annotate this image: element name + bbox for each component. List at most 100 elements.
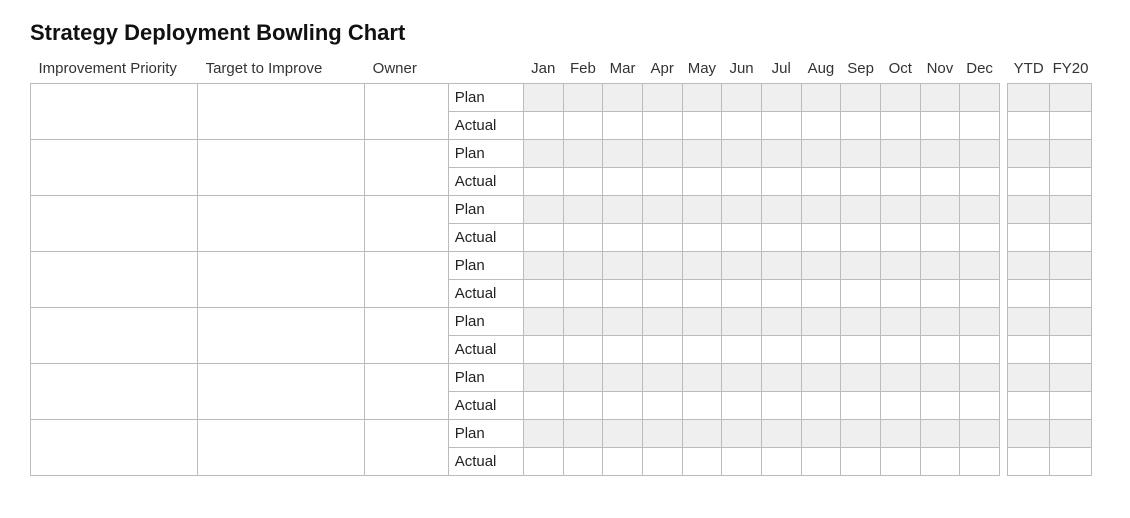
actual-month-cell[interactable] (960, 392, 1000, 420)
plan-month-cell[interactable] (642, 140, 682, 168)
actual-month-cell[interactable] (722, 168, 762, 196)
plan-month-cell[interactable] (920, 140, 960, 168)
plan-month-cell[interactable] (960, 196, 1000, 224)
plan-month-cell[interactable] (722, 140, 762, 168)
plan-month-cell[interactable] (642, 364, 682, 392)
actual-month-cell[interactable] (761, 224, 801, 252)
actual-month-cell[interactable] (761, 448, 801, 476)
actual-month-cell[interactable] (563, 280, 603, 308)
actual-month-cell[interactable] (761, 336, 801, 364)
actual-month-cell[interactable] (523, 280, 563, 308)
actual-ytd-cell[interactable] (1008, 336, 1050, 364)
actual-month-cell[interactable] (563, 112, 603, 140)
actual-month-cell[interactable] (722, 448, 762, 476)
plan-month-cell[interactable] (603, 364, 643, 392)
plan-month-cell[interactable] (960, 420, 1000, 448)
plan-month-cell[interactable] (920, 420, 960, 448)
plan-month-cell[interactable] (642, 420, 682, 448)
actual-month-cell[interactable] (761, 392, 801, 420)
actual-month-cell[interactable] (603, 168, 643, 196)
actual-fy-cell[interactable] (1050, 112, 1092, 140)
actual-month-cell[interactable] (960, 336, 1000, 364)
owner-cell[interactable] (365, 420, 449, 476)
plan-month-cell[interactable] (920, 84, 960, 112)
plan-ytd-cell[interactable] (1008, 84, 1050, 112)
priority-cell[interactable] (31, 364, 198, 420)
plan-month-cell[interactable] (682, 252, 722, 280)
actual-month-cell[interactable] (722, 280, 762, 308)
actual-month-cell[interactable] (642, 448, 682, 476)
plan-month-cell[interactable] (603, 420, 643, 448)
actual-month-cell[interactable] (563, 392, 603, 420)
plan-month-cell[interactable] (920, 308, 960, 336)
actual-month-cell[interactable] (642, 224, 682, 252)
plan-month-cell[interactable] (603, 140, 643, 168)
actual-month-cell[interactable] (880, 448, 920, 476)
plan-month-cell[interactable] (682, 420, 722, 448)
plan-month-cell[interactable] (880, 84, 920, 112)
actual-month-cell[interactable] (682, 392, 722, 420)
plan-month-cell[interactable] (920, 252, 960, 280)
plan-month-cell[interactable] (880, 420, 920, 448)
actual-month-cell[interactable] (841, 112, 881, 140)
actual-month-cell[interactable] (563, 168, 603, 196)
plan-month-cell[interactable] (761, 140, 801, 168)
plan-month-cell[interactable] (523, 140, 563, 168)
plan-month-cell[interactable] (523, 252, 563, 280)
plan-month-cell[interactable] (841, 252, 881, 280)
actual-month-cell[interactable] (523, 168, 563, 196)
plan-month-cell[interactable] (960, 140, 1000, 168)
plan-fy-cell[interactable] (1050, 364, 1092, 392)
actual-fy-cell[interactable] (1050, 392, 1092, 420)
actual-month-cell[interactable] (682, 448, 722, 476)
actual-month-cell[interactable] (603, 448, 643, 476)
plan-month-cell[interactable] (642, 196, 682, 224)
actual-month-cell[interactable] (880, 224, 920, 252)
plan-month-cell[interactable] (682, 308, 722, 336)
actual-month-cell[interactable] (682, 168, 722, 196)
plan-month-cell[interactable] (801, 308, 841, 336)
actual-month-cell[interactable] (880, 280, 920, 308)
priority-cell[interactable] (31, 420, 198, 476)
plan-month-cell[interactable] (841, 364, 881, 392)
actual-month-cell[interactable] (801, 224, 841, 252)
plan-fy-cell[interactable] (1050, 196, 1092, 224)
plan-month-cell[interactable] (801, 84, 841, 112)
plan-month-cell[interactable] (563, 420, 603, 448)
plan-month-cell[interactable] (603, 196, 643, 224)
actual-month-cell[interactable] (722, 112, 762, 140)
plan-month-cell[interactable] (761, 420, 801, 448)
actual-ytd-cell[interactable] (1008, 168, 1050, 196)
actual-month-cell[interactable] (841, 448, 881, 476)
plan-month-cell[interactable] (603, 84, 643, 112)
actual-ytd-cell[interactable] (1008, 224, 1050, 252)
actual-month-cell[interactable] (563, 448, 603, 476)
actual-month-cell[interactable] (920, 168, 960, 196)
actual-ytd-cell[interactable] (1008, 280, 1050, 308)
actual-month-cell[interactable] (801, 280, 841, 308)
plan-month-cell[interactable] (722, 84, 762, 112)
plan-month-cell[interactable] (960, 84, 1000, 112)
plan-ytd-cell[interactable] (1008, 308, 1050, 336)
actual-month-cell[interactable] (761, 280, 801, 308)
plan-month-cell[interactable] (563, 84, 603, 112)
plan-month-cell[interactable] (722, 308, 762, 336)
actual-ytd-cell[interactable] (1008, 448, 1050, 476)
actual-month-cell[interactable] (642, 168, 682, 196)
plan-month-cell[interactable] (801, 252, 841, 280)
actual-month-cell[interactable] (523, 336, 563, 364)
plan-month-cell[interactable] (761, 252, 801, 280)
plan-month-cell[interactable] (642, 308, 682, 336)
actual-ytd-cell[interactable] (1008, 112, 1050, 140)
plan-month-cell[interactable] (523, 84, 563, 112)
actual-fy-cell[interactable] (1050, 168, 1092, 196)
plan-month-cell[interactable] (880, 140, 920, 168)
plan-month-cell[interactable] (880, 196, 920, 224)
actual-month-cell[interactable] (603, 224, 643, 252)
actual-fy-cell[interactable] (1050, 224, 1092, 252)
plan-ytd-cell[interactable] (1008, 140, 1050, 168)
actual-fy-cell[interactable] (1050, 280, 1092, 308)
plan-fy-cell[interactable] (1050, 308, 1092, 336)
target-cell[interactable] (198, 84, 365, 140)
plan-month-cell[interactable] (761, 196, 801, 224)
